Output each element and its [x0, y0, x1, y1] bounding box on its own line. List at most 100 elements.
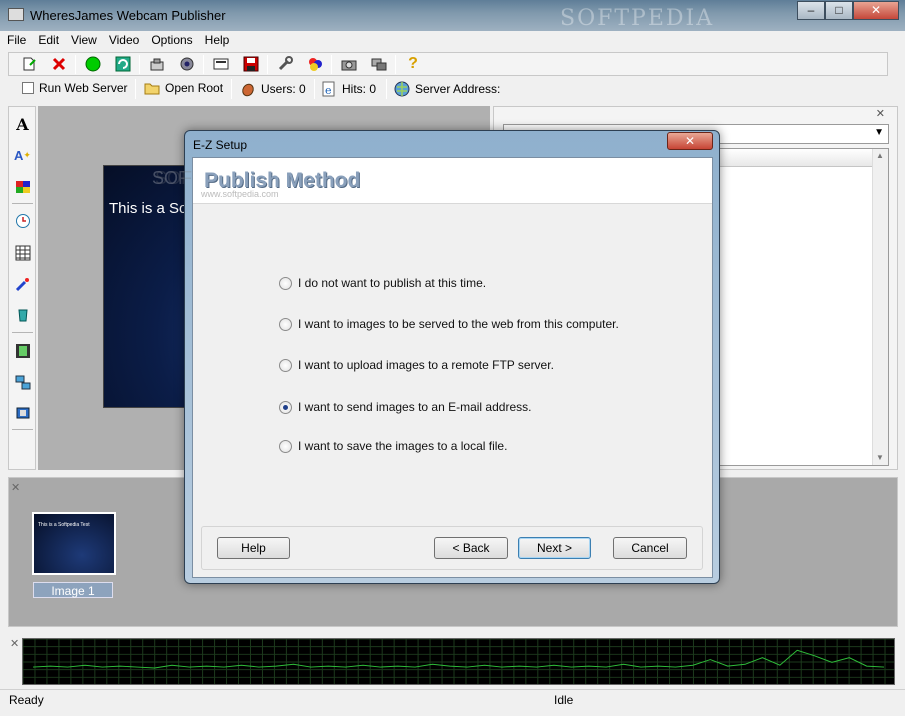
back-button[interactable]: < Back: [434, 537, 508, 559]
checkbox-box[interactable]: [22, 82, 34, 94]
server-toolbar: Run Web Server Open Root Users: 0 e Hits:…: [8, 78, 898, 101]
radio-local-file[interactable]: [279, 439, 292, 453]
stop-icon[interactable]: [49, 55, 69, 73]
activity-graph-panel: ✕: [8, 635, 898, 687]
menu-bar: File Edit View Video Options Help: [0, 31, 905, 50]
menu-view[interactable]: View: [64, 31, 102, 47]
users-indicator: Users: 0: [240, 81, 306, 97]
run-web-server-checkbox[interactable]: Run Web Server: [22, 81, 127, 95]
graph-close-icon[interactable]: ✕: [10, 637, 19, 650]
svg-text:e: e: [325, 84, 332, 97]
grid-icon[interactable]: [13, 243, 32, 262]
dialog-button-area: Help < Back Next > Cancel: [201, 526, 703, 570]
ez-setup-dialog: E-Z Setup ✕ SOF Publish Method www.softp…: [155, 130, 720, 584]
paint-icon[interactable]: [13, 274, 32, 293]
start-icon[interactable]: [83, 55, 103, 73]
strip-close-icon[interactable]: ✕: [11, 481, 20, 494]
option-local-file-label: I want to save the images to a local fil…: [298, 439, 508, 453]
dialog-title: E-Z Setup: [193, 138, 248, 152]
hits-icon: e: [322, 81, 335, 97]
window-title: WheresJames Webcam Publisher: [30, 8, 226, 23]
activity-graph: [22, 638, 895, 685]
tools-icon[interactable]: [275, 55, 295, 73]
network-icon[interactable]: [13, 372, 32, 391]
minimize-button[interactable]: –: [797, 1, 825, 20]
multi-camera-icon[interactable]: [369, 55, 389, 73]
text-effects-icon[interactable]: A ✦: [13, 146, 32, 165]
text-tool-icon[interactable]: A: [13, 115, 32, 134]
hits-indicator: e Hits: 0: [321, 81, 376, 97]
menu-edit[interactable]: Edit: [31, 31, 64, 47]
webcam-icon[interactable]: [177, 55, 197, 73]
new-icon[interactable]: [19, 55, 39, 73]
hits-count: Hits: 0: [342, 82, 377, 96]
option-local-file[interactable]: I want to save the images to a local fil…: [279, 439, 507, 453]
graph-trace: [32, 649, 885, 669]
export-icon[interactable]: [13, 403, 32, 422]
server-address-indicator: Server Address:: [394, 81, 500, 97]
dialog-header: SOF Publish Method www.softpedia.com: [155, 158, 712, 204]
capture-icon[interactable]: [211, 55, 231, 73]
folder-icon: [144, 83, 160, 95]
scroll-down-icon[interactable]: ▼: [876, 453, 884, 462]
dialog-body: SOF Publish Method www.softpedia.com I d…: [155, 157, 713, 578]
radio-no-publish[interactable]: [279, 276, 292, 290]
image-thumbnail[interactable]: This is a Softpedia Test: [32, 512, 116, 575]
camera-settings-icon[interactable]: [147, 55, 167, 73]
option-email-label: I want to send images to an E-mail addre…: [298, 400, 532, 414]
overlay-image-icon[interactable]: [13, 177, 32, 196]
overlay-toolbar: A A ✦: [8, 106, 36, 470]
option-no-publish[interactable]: I do not want to publish at this time.: [279, 276, 486, 290]
main-toolbar: ?: [8, 52, 888, 76]
users-count: Users: 0: [261, 82, 306, 96]
preview-overlay-text: This is a So: [109, 200, 188, 217]
users-icon: [242, 83, 254, 97]
clock-icon[interactable]: [13, 211, 32, 230]
title-bar: WheresJames Webcam Publisher SOFTPEDIA –…: [0, 0, 905, 31]
option-serve-web-label: I want to images to be served to the web…: [298, 317, 619, 331]
status-right: Idle: [554, 693, 574, 707]
softpedia-watermark: SOFTPEDIA: [560, 6, 715, 31]
option-ftp-upload-label: I want to upload images to a remote FTP …: [298, 358, 554, 372]
open-root-button[interactable]: Open Root: [144, 81, 223, 95]
option-no-publish-label: I do not want to publish at this time.: [298, 276, 487, 290]
menu-help[interactable]: Help: [198, 31, 235, 47]
menu-video[interactable]: Video: [102, 31, 144, 47]
help-button[interactable]: Help: [217, 537, 290, 559]
save-icon[interactable]: [241, 55, 261, 73]
header-watermark: SOF: [155, 168, 193, 188]
option-ftp-upload[interactable]: I want to upload images to a remote FTP …: [279, 358, 554, 372]
panel-close-icon[interactable]: ✕: [876, 107, 885, 120]
refresh-icon[interactable]: [113, 55, 133, 73]
run-web-server-label: Run Web Server: [39, 81, 128, 95]
status-left: Ready: [9, 693, 44, 707]
option-serve-web[interactable]: I want to images to be served to the web…: [279, 317, 619, 331]
thumbnail-text: This is a Softpedia Test: [38, 522, 90, 528]
menu-options[interactable]: Options: [144, 31, 197, 47]
radio-email[interactable]: [279, 400, 292, 414]
next-button[interactable]: Next >: [518, 537, 591, 559]
snapshot-icon[interactable]: [339, 55, 359, 73]
open-root-label: Open Root: [165, 81, 224, 95]
radio-serve-web[interactable]: [279, 317, 292, 331]
menu-file[interactable]: File: [0, 31, 31, 47]
bucket-icon[interactable]: [13, 305, 32, 324]
app-icon: [8, 8, 24, 21]
globe-icon: [394, 81, 410, 97]
dialog-close-button[interactable]: ✕: [667, 132, 713, 150]
chevron-down-icon: ▼: [874, 127, 884, 138]
cancel-button[interactable]: Cancel: [613, 537, 687, 559]
scroll-up-icon[interactable]: ▲: [876, 151, 884, 160]
option-email[interactable]: I want to send images to an E-mail addre…: [279, 400, 531, 414]
server-address-label: Server Address:: [415, 82, 501, 96]
vertical-scrollbar[interactable]: ▲ ▼: [872, 149, 888, 465]
maximize-button[interactable]: □: [825, 1, 853, 20]
status-bar: Ready Idle: [0, 689, 905, 709]
image-thumbnail-label[interactable]: Image 1: [33, 582, 113, 598]
colors-icon[interactable]: [305, 55, 325, 73]
radio-ftp-upload[interactable]: [279, 358, 292, 372]
help-icon[interactable]: ?: [403, 55, 423, 73]
film-icon[interactable]: [13, 341, 32, 360]
header-watermark-url: www.softpedia.com: [201, 189, 279, 199]
close-button[interactable]: ✕: [853, 1, 899, 20]
